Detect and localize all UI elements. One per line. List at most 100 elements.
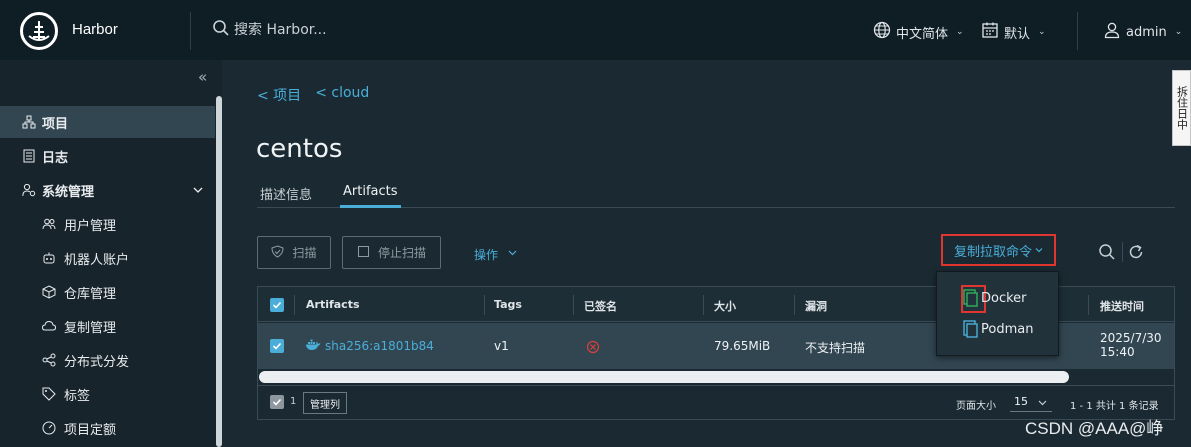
column-divider [703, 295, 704, 315]
sidebar-item-distributions[interactable]: 分布式分发 [0, 344, 215, 376]
replication-icon [42, 319, 56, 333]
tab-artifacts[interactable]: Artifacts [340, 184, 401, 208]
toolbar-divider [1122, 242, 1123, 262]
sidebar-item-replications[interactable]: 复制管理 [0, 310, 215, 342]
menu-item-docker[interactable]: Docker [961, 288, 1027, 308]
scan-label: 扫描 [292, 246, 317, 260]
top-nav: Harbor 中文简体 ⌄ 默认 ⌄ admin ⌄ [0, 0, 1191, 60]
sidebar-item-label: 仓库管理 [64, 286, 117, 302]
copy-icon [961, 288, 979, 308]
tab-info[interactable]: 描述信息 [257, 184, 315, 209]
selected-checkbox[interactable] [270, 395, 284, 409]
artifact-tags: v1 [494, 339, 509, 353]
harbor-logo[interactable] [20, 12, 58, 50]
chevron-down-icon [1035, 243, 1043, 258]
push-date: 2025/7/30 [1100, 331, 1162, 345]
not-signed-icon [586, 339, 600, 354]
breadcrumb-projects-link[interactable]: < 项目 [257, 85, 301, 105]
search-input[interactable] [234, 22, 434, 38]
menu-item-label: Docker [981, 290, 1027, 306]
header-divider [190, 12, 191, 50]
sidebar-item-label: 日志 [42, 150, 69, 166]
table-horizontal-scrollbar[interactable] [259, 371, 1069, 383]
copy-pull-label: 复制拉取命令 [953, 244, 1032, 260]
column-header-artifacts[interactable]: Artifacts [306, 298, 360, 311]
sidebar-item-label: 标签 [64, 388, 91, 404]
pull-command-menu: Docker Podman [936, 271, 1059, 356]
side-feedback-tab[interactable]: 拆住日中 [1172, 70, 1191, 146]
distribution-icon [42, 353, 56, 367]
robot-icon [42, 251, 56, 265]
select-all-checkbox[interactable] [270, 298, 284, 312]
users-icon [42, 217, 56, 231]
theme-selector[interactable]: 默认 ⌄ [981, 21, 1046, 43]
chevron-down-icon: ⌄ [1038, 27, 1046, 37]
sidebar-item-robot-accounts[interactable]: 机器人账户 [0, 242, 215, 274]
artifact-digest-link[interactable]: sha256:a1801b84 [325, 339, 434, 353]
column-header-tags[interactable]: Tags [494, 298, 522, 311]
sidebar-item-logs[interactable]: 日志 [0, 140, 215, 172]
theme-label: 默认 [1004, 26, 1031, 42]
sidebar: « 项目 日志 系统管理 用户管理 机器人账户 仓库管理 复制管理 分布式分发 … [0, 60, 222, 447]
language-selector[interactable]: 中文简体 ⌄ [873, 21, 964, 43]
sidebar-item-projects[interactable]: 项目 [0, 106, 215, 138]
sidebar-item-project-quotas[interactable]: 项目定额 [0, 412, 215, 444]
chevron-down-icon [1038, 392, 1047, 411]
breadcrumb-cloud-link[interactable]: < cloud [315, 85, 369, 105]
selected-count: 1 [290, 396, 297, 407]
row-checkbox[interactable] [270, 339, 284, 353]
column-divider [484, 295, 485, 315]
project-icon [22, 115, 36, 129]
sidebar-scrollbar[interactable] [216, 96, 222, 447]
copy-icon [961, 319, 979, 339]
column-header-vulnerabilities[interactable]: 漏洞 [805, 298, 827, 314]
log-icon [22, 149, 36, 163]
globe-icon [873, 21, 891, 43]
actions-dropdown[interactable]: 操作 [474, 246, 517, 263]
scan-button[interactable]: 扫描 [257, 236, 331, 269]
column-divider [573, 295, 574, 315]
column-header-push-time[interactable]: 推送时间 [1100, 298, 1144, 314]
sidebar-item-label: 系统管理 [42, 184, 95, 200]
column-header-signed[interactable]: 已签名 [584, 298, 617, 314]
manage-columns-button[interactable]: 管理列 [303, 392, 347, 414]
search-icon [212, 19, 230, 41]
registry-icon [42, 285, 56, 299]
page-size-select[interactable]: 15 [1010, 392, 1052, 412]
column-divider [1088, 295, 1089, 315]
user-icon [1103, 21, 1121, 43]
chevron-down-icon: ⌄ [1174, 27, 1183, 37]
header-divider [1077, 12, 1078, 50]
push-time: 15:40 [1100, 345, 1135, 359]
artifact-size: 79.65MiB [714, 339, 771, 353]
chevron-down-icon: ⌄ [956, 27, 964, 37]
collapse-sidebar-icon[interactable]: « [198, 68, 207, 86]
language-label: 中文简体 [896, 26, 949, 42]
brand-name: Harbor [72, 21, 118, 38]
refresh-icon[interactable] [1127, 243, 1145, 261]
search-icon[interactable] [1098, 243, 1116, 261]
copy-pull-command-button[interactable]: 复制拉取命令 [941, 234, 1056, 266]
global-search[interactable] [212, 19, 434, 41]
sidebar-item-labels[interactable]: 标签 [0, 378, 215, 410]
sidebar-item-label: 机器人账户 [64, 252, 130, 268]
sidebar-item-administration[interactable]: 系统管理 [0, 174, 215, 206]
actions-label: 操作 [474, 248, 499, 262]
user-menu[interactable]: admin ⌄ [1103, 21, 1182, 43]
sidebar-item-registries[interactable]: 仓库管理 [0, 276, 215, 308]
menu-item-podman[interactable]: Podman [961, 319, 1033, 339]
stop-scan-label: 停止扫描 [377, 246, 426, 260]
sidebar-item-users[interactable]: 用户管理 [0, 208, 215, 240]
page-size-value: 15 [1014, 395, 1028, 408]
vulnerability-status: 不支持扫描 [805, 341, 866, 355]
sidebar-item-label: 分布式分发 [64, 354, 130, 370]
tab-bar: 描述信息 Artifacts [257, 180, 1175, 208]
column-divider [294, 295, 295, 315]
menu-item-label: Podman [981, 321, 1034, 337]
watermark: CSDN @AAA@峥 [1025, 419, 1164, 438]
stop-scan-button[interactable]: 停止扫描 [342, 236, 441, 269]
column-header-size[interactable]: 大小 [714, 298, 736, 314]
breadcrumb: < 项目 < cloud [257, 85, 369, 105]
tag-icon [42, 387, 56, 401]
pagination-summary: 1 - 1 共计 1 条记录 [1070, 401, 1159, 412]
